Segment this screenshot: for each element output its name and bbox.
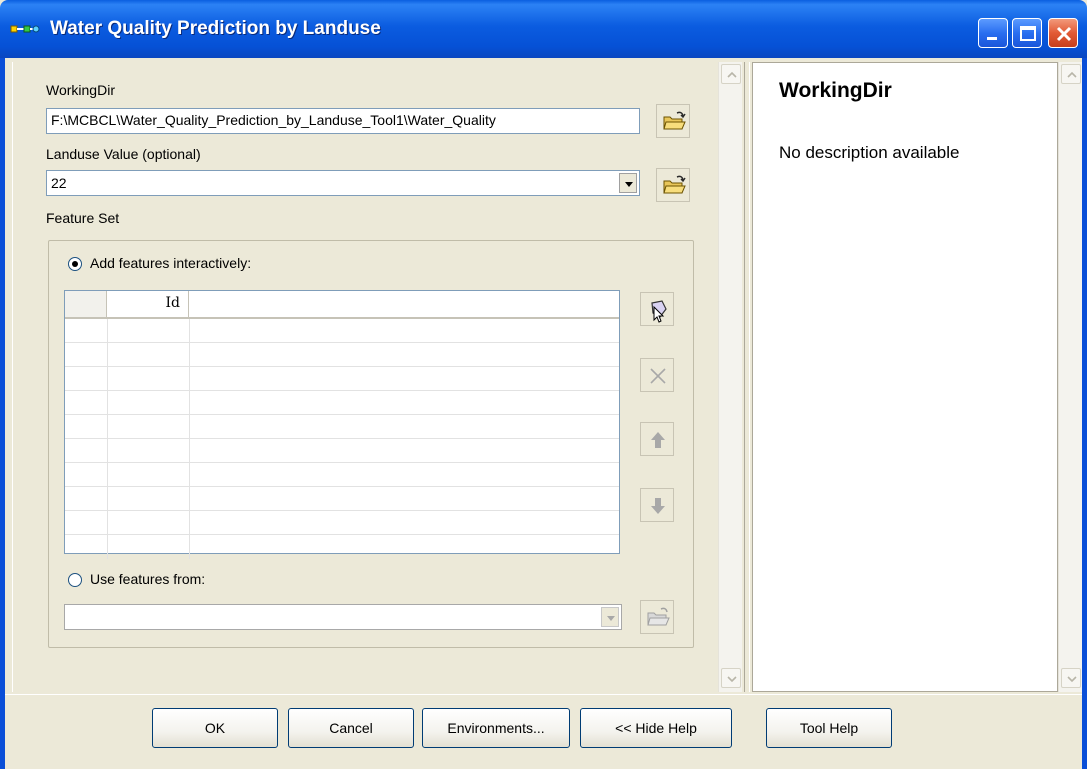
maximize-icon xyxy=(1020,26,1036,41)
help-scroll-up-button[interactable] xyxy=(1061,64,1081,84)
pane-splitter[interactable] xyxy=(744,62,750,692)
table-row[interactable] xyxy=(65,391,619,415)
minimize-button[interactable] xyxy=(978,18,1008,48)
working-dir-label: WorkingDir xyxy=(46,82,115,98)
scroll-down-button[interactable] xyxy=(721,668,741,688)
chevron-down-icon xyxy=(607,616,615,621)
delete-feature-button[interactable] xyxy=(640,358,674,392)
help-scrollbar[interactable] xyxy=(1058,62,1082,692)
working-dir-browse-button[interactable] xyxy=(656,104,690,138)
add-interactive-label: Add features interactively: xyxy=(90,255,252,271)
close-button[interactable] xyxy=(1048,18,1078,48)
add-interactive-radio[interactable] xyxy=(68,257,82,271)
move-up-button[interactable] xyxy=(640,422,674,456)
open-folder-icon xyxy=(663,111,686,130)
use-features-label: Use features from: xyxy=(90,571,206,587)
table-row[interactable] xyxy=(65,343,619,367)
arrow-up-icon xyxy=(651,432,665,448)
use-features-combo[interactable] xyxy=(64,604,622,630)
use-features-browse-button[interactable] xyxy=(640,600,674,634)
table-row[interactable] xyxy=(65,415,619,439)
landuse-value-combo[interactable]: 22 xyxy=(46,170,640,196)
help-title: WorkingDir xyxy=(779,79,892,102)
window-title: Water Quality Prediction by Landuse xyxy=(50,18,381,39)
chevron-down-icon xyxy=(1067,676,1077,683)
table-row[interactable] xyxy=(65,487,619,511)
grid-header: Id xyxy=(65,291,619,319)
table-row[interactable] xyxy=(65,511,619,535)
table-row[interactable] xyxy=(65,367,619,391)
table-row[interactable] xyxy=(65,535,619,559)
chevron-up-icon xyxy=(727,71,737,78)
landuse-value-label: Landuse Value (optional) xyxy=(46,146,201,162)
chevron-down-icon xyxy=(625,182,633,187)
feature-set-label: Feature Set xyxy=(46,210,120,226)
help-description: No description available xyxy=(779,143,960,162)
use-features-dropdown-arrow[interactable] xyxy=(601,607,619,627)
environments-button[interactable]: Environments... xyxy=(422,708,570,748)
ok-button[interactable]: OK xyxy=(152,708,278,748)
table-row[interactable] xyxy=(65,439,619,463)
open-folder-icon xyxy=(647,607,670,626)
minimize-icon xyxy=(987,37,997,40)
landuse-browse-button[interactable] xyxy=(656,168,690,202)
title-bar[interactable]: Water Quality Prediction by Landuse xyxy=(0,0,1087,58)
delete-x-icon xyxy=(650,368,666,384)
use-features-radio[interactable] xyxy=(68,573,82,587)
cancel-button[interactable]: Cancel xyxy=(288,708,414,748)
arrow-down-icon xyxy=(651,498,665,514)
grid-column-id[interactable]: Id xyxy=(107,291,189,317)
move-down-button[interactable] xyxy=(640,488,674,522)
grid-row-selector-header xyxy=(65,291,107,317)
help-scroll-down-button[interactable] xyxy=(1061,668,1081,688)
hide-help-button[interactable]: << Hide Help xyxy=(580,708,732,748)
working-dir-input[interactable]: F:\MCBCL\Water_Quality_Prediction_by_Lan… xyxy=(46,108,640,134)
create-feature-button[interactable] xyxy=(640,292,674,326)
table-row[interactable] xyxy=(65,319,619,343)
window-frame-left xyxy=(0,58,5,769)
tool-dialog-window: Water Quality Prediction by Landuse Work… xyxy=(0,0,1087,769)
help-pane: WorkingDir No description available xyxy=(752,62,1058,692)
feature-grid[interactable]: Id xyxy=(64,290,620,559)
table-row[interactable] xyxy=(65,463,619,487)
landuse-dropdown-arrow[interactable] xyxy=(619,173,637,193)
open-folder-icon xyxy=(663,175,686,194)
close-icon xyxy=(1056,26,1072,42)
tool-help-button[interactable]: Tool Help xyxy=(766,708,892,748)
chevron-down-icon xyxy=(727,676,737,683)
window-frame-right xyxy=(1082,58,1087,769)
toolbox-tool-icon xyxy=(10,25,40,33)
scroll-up-button[interactable] xyxy=(721,64,741,84)
parameters-scrollbar[interactable] xyxy=(718,62,742,692)
chevron-up-icon xyxy=(1067,71,1077,78)
landuse-value-text: 22 xyxy=(51,175,67,191)
sketch-polygon-icon xyxy=(651,300,667,323)
maximize-button[interactable] xyxy=(1012,18,1042,48)
